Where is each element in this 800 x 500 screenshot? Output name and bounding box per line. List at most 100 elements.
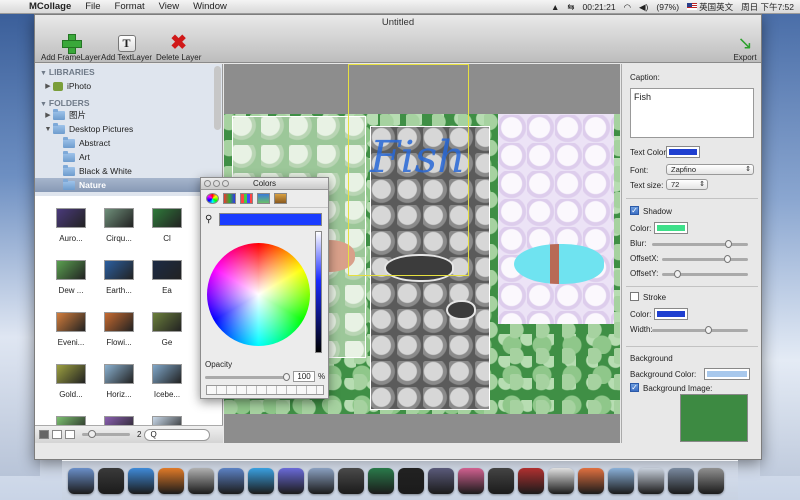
caption-field[interactable]: Fish (630, 88, 754, 138)
brightness-slider[interactable] (315, 231, 322, 353)
thumbnail-item[interactable] (97, 416, 141, 425)
calendar-icon[interactable] (518, 468, 544, 494)
itunes-icon[interactable] (248, 468, 274, 494)
offsety-slider[interactable] (662, 270, 748, 278)
delete-layer-button[interactable]: ✖ Delete Layer (156, 33, 201, 62)
thumbnail-item[interactable]: Cirqu... (97, 208, 141, 256)
disclosure-triangle-icon[interactable]: ▶ (43, 82, 53, 90)
menu-app-name[interactable]: MCollage (22, 1, 78, 12)
menu-window[interactable]: Window (186, 1, 234, 12)
shadow-color-well[interactable] (654, 222, 688, 234)
background-image-well[interactable] (680, 394, 748, 442)
adobe-icon[interactable]: ▲ (551, 2, 559, 12)
offsetx-slider[interactable] (662, 255, 748, 263)
disclosure-triangle-icon[interactable]: ▼ (43, 126, 53, 133)
menu-file[interactable]: File (78, 1, 107, 12)
sidebar-item-nature[interactable]: Nature (35, 178, 222, 192)
menu-view[interactable]: View (152, 1, 186, 12)
exposé-icon[interactable] (308, 468, 334, 494)
add-frame-layer-button[interactable]: Add FrameLayer (41, 33, 101, 62)
thumbnail-item[interactable]: Eveni... (49, 312, 93, 360)
stroke-checkbox[interactable] (630, 292, 639, 301)
sidebar-item-art[interactable]: Art (35, 150, 222, 164)
dictionary-icon[interactable] (488, 468, 514, 494)
office-icon[interactable] (578, 468, 604, 494)
background-image-checkbox[interactable]: ✓ (630, 383, 639, 392)
blur-slider[interactable] (652, 240, 748, 248)
magnifier-icon[interactable]: ⚲ (205, 214, 212, 225)
sync-icon[interactable]: ⇆ (567, 2, 574, 13)
thumbnail-item[interactable]: Ge (145, 312, 189, 360)
clock-display[interactable]: 00:21:21 (583, 2, 616, 12)
folders-header[interactable]: ▼ FOLDERS (35, 93, 222, 108)
input-method[interactable]: 英国英文 (687, 1, 733, 13)
sidebar-item-iphoto[interactable]: ▶ iPhoto (35, 79, 222, 93)
grid-view-icon[interactable] (39, 430, 49, 439)
opacity-field[interactable]: 100 (293, 371, 315, 382)
preview-icon[interactable] (218, 468, 244, 494)
font-popup[interactable]: Zapfino ⇕ (666, 164, 754, 175)
current-color-well[interactable] (219, 213, 322, 226)
palettes-mode-icon[interactable] (240, 193, 253, 204)
background-color-well[interactable] (704, 368, 750, 380)
thumbnail-item[interactable] (145, 416, 189, 425)
disclosure-triangle-icon[interactable]: ▶ (43, 111, 53, 119)
system-prefs-icon[interactable] (338, 468, 364, 494)
dashboard-icon[interactable] (98, 468, 124, 494)
text-layer-selection[interactable] (348, 64, 469, 276)
documents-icon[interactable] (668, 468, 694, 494)
sidebar-item-pictures[interactable]: ▶ 图片 (35, 108, 222, 122)
star-app-icon[interactable] (458, 468, 484, 494)
shadow-checkbox[interactable]: ✓ (630, 206, 639, 215)
thumbnail-item[interactable]: Earth... (97, 260, 141, 308)
sliders-mode-icon[interactable] (223, 193, 236, 204)
slider-knob[interactable] (674, 270, 681, 278)
list-view-icon[interactable] (52, 430, 62, 439)
slider-knob[interactable] (283, 373, 290, 381)
battery-status[interactable]: (97%) (656, 2, 679, 12)
thumbnail-item[interactable]: Auro... (49, 208, 93, 256)
thumbnail-item[interactable]: Horiz... (97, 364, 141, 412)
sidebar-item-black-white[interactable]: Black & White (35, 164, 222, 178)
slider-knob[interactable] (724, 255, 731, 263)
menu-format[interactable]: Format (108, 1, 152, 12)
thumbnail-item[interactable]: Flowi... (97, 312, 141, 360)
trash-icon[interactable] (698, 468, 724, 494)
color-wheel[interactable] (207, 243, 310, 346)
firefox-icon[interactable] (158, 468, 184, 494)
add-text-layer-button[interactable]: T Add TextLayer (101, 33, 152, 62)
libraries-header[interactable]: ▼ LIBRARIES (35, 64, 222, 79)
folder-icon[interactable] (608, 468, 634, 494)
thumbnail-item[interactable]: Cl (145, 208, 189, 256)
downloads-icon[interactable] (638, 468, 664, 494)
stroke-width-slider[interactable] (652, 326, 748, 334)
close-button[interactable] (204, 180, 211, 187)
crayons-mode-icon[interactable] (274, 193, 287, 204)
mail-icon[interactable] (548, 468, 574, 494)
text-size-popup[interactable]: 72 ⇕ (666, 179, 708, 190)
thumbnail-size-slider[interactable] (82, 430, 130, 438)
search-input[interactable]: Q (144, 428, 211, 441)
thumbnail-item[interactable]: Gold... (49, 364, 93, 412)
export-button[interactable]: ↘ Export (733, 33, 757, 62)
image-palettes-mode-icon[interactable] (257, 193, 270, 204)
frame-layer-3[interactable] (498, 114, 614, 324)
minimize-button[interactable] (213, 180, 220, 187)
finder-icon[interactable] (68, 468, 94, 494)
thumbnail-item[interactable]: Dew ... (49, 260, 93, 308)
datetime[interactable]: 周日 下午7:52 (741, 1, 794, 13)
terminal-icon[interactable] (398, 468, 424, 494)
color-wheel-mode-icon[interactable] (206, 193, 219, 204)
sidebar-item-abstract[interactable]: Abstract (35, 136, 222, 150)
slider-knob[interactable] (705, 326, 712, 334)
photos-icon[interactable] (188, 468, 214, 494)
opacity-slider[interactable] (205, 373, 290, 381)
zoom-button[interactable] (222, 180, 229, 187)
text-color-well[interactable] (666, 146, 700, 158)
custom-swatches[interactable] (206, 385, 324, 395)
safari-icon[interactable] (128, 468, 154, 494)
slider-knob[interactable] (725, 240, 732, 248)
detail-view-icon[interactable] (65, 430, 75, 439)
stroke-color-well[interactable] (654, 308, 688, 320)
sidebar-scrollbar[interactable] (214, 66, 221, 130)
